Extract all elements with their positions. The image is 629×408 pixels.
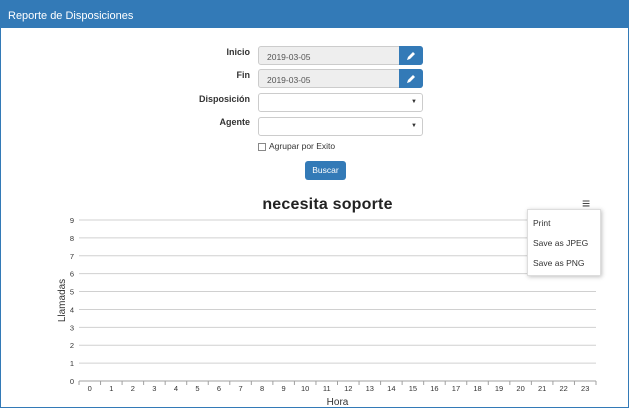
menu-item-save-jpeg[interactable]: Save as JPEG xyxy=(533,238,588,248)
x-tick-label: 0 xyxy=(88,384,92,393)
x-tick-label: 5 xyxy=(195,384,199,393)
y-tick-label: 3 xyxy=(70,323,74,332)
x-tick-label: 15 xyxy=(409,384,417,393)
x-tick-label: 9 xyxy=(282,384,286,393)
x-tick-label: 18 xyxy=(473,384,481,393)
x-tick-label: 8 xyxy=(260,384,264,393)
x-tick-label: 1 xyxy=(109,384,113,393)
x-tick-label: 14 xyxy=(387,384,395,393)
x-tick-label: 4 xyxy=(174,384,178,393)
x-tick-label: 21 xyxy=(538,384,546,393)
y-tick-label: 6 xyxy=(70,270,74,279)
x-tick-label: 10 xyxy=(301,384,309,393)
x-tick-label: 11 xyxy=(323,384,331,393)
x-axis-title: Hora xyxy=(327,397,349,408)
x-tick-label: 22 xyxy=(560,384,568,393)
x-tick-label: 7 xyxy=(238,384,242,393)
menu-item-save-png[interactable]: Save as PNG xyxy=(533,258,585,268)
y-tick-label: 2 xyxy=(70,341,74,350)
y-axis-title: Llamadas xyxy=(57,279,68,322)
x-tick-label: 16 xyxy=(430,384,438,393)
x-tick-label: 2 xyxy=(131,384,135,393)
x-tick-label: 6 xyxy=(217,384,221,393)
y-tick-label: 9 xyxy=(70,216,74,225)
y-tick-label: 8 xyxy=(70,234,74,243)
y-tick-label: 5 xyxy=(70,288,74,297)
chart-area: 01234567890 1 2 3 4 5 6 7 8 9 10 11 12 13 14 15 16 17 18 19… xyxy=(57,216,597,408)
y-tick-label: 7 xyxy=(70,252,74,261)
x-tick-label: 3 xyxy=(152,384,156,393)
x-tick-label: 20 xyxy=(516,384,524,393)
x-tick-label: 17 xyxy=(452,384,460,393)
y-tick-label: 1 xyxy=(70,359,74,368)
export-context-menu: Print Save as JPEG Save as PNG xyxy=(527,209,601,276)
x-tick-label: 12 xyxy=(344,384,352,393)
x-tick-label: 13 xyxy=(366,384,374,393)
menu-item-print[interactable]: Print xyxy=(533,218,550,228)
y-tick-label: 0 xyxy=(70,377,74,386)
x-tick-label: 23 xyxy=(581,384,589,393)
y-tick-label: 4 xyxy=(70,305,74,314)
x-tick-label: 19 xyxy=(495,384,503,393)
